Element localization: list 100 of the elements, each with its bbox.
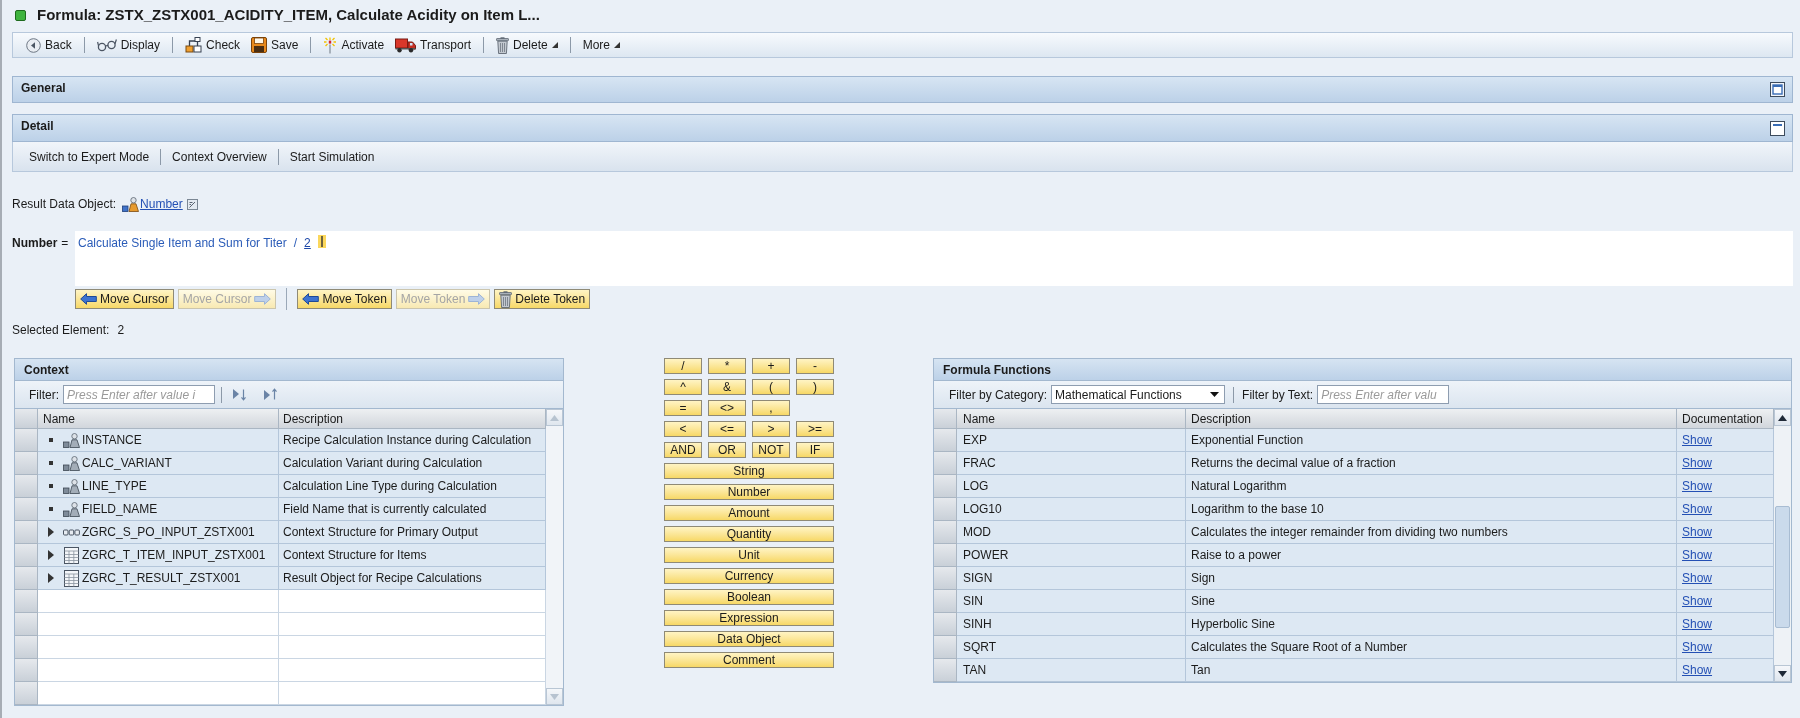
operator-button[interactable]: - — [796, 358, 834, 374]
row-selector[interactable] — [15, 613, 38, 636]
documentation-link[interactable]: Show — [1682, 500, 1713, 518]
insert-button[interactable]: Quantity — [664, 526, 834, 542]
row-selector[interactable] — [15, 452, 38, 475]
filter-field[interactable]: Press Enter after valu — [1317, 385, 1450, 404]
operator-button[interactable]: < — [664, 421, 702, 437]
documentation-link[interactable]: Show — [1682, 592, 1713, 610]
row-selector[interactable] — [15, 682, 38, 705]
toolbar-button[interactable]: Delete — [496, 35, 558, 55]
operator-button[interactable]: <> — [708, 400, 746, 416]
documentation-link[interactable]: Show — [1682, 523, 1713, 541]
row-selector[interactable] — [15, 521, 38, 544]
scroll-down-button[interactable] — [1774, 665, 1791, 682]
operator-button[interactable]: / — [664, 358, 702, 374]
documentation-link[interactable]: Show — [1682, 546, 1713, 564]
documentation-link[interactable]: Show — [1682, 431, 1713, 449]
toolbar-button[interactable]: Back — [26, 35, 72, 55]
row-selector[interactable] — [934, 429, 957, 452]
insert-button[interactable]: Comment — [664, 652, 834, 668]
formula-token[interactable]: / — [293, 234, 298, 252]
expand-triangle-icon[interactable] — [48, 573, 54, 583]
row-selector[interactable] — [15, 567, 38, 590]
table-cell: FRAC — [957, 452, 1186, 475]
operator-button[interactable]: , — [752, 400, 790, 416]
documentation-link[interactable]: Show — [1682, 638, 1713, 656]
toolbar-button[interactable]: Switch to Expert Mode — [29, 147, 150, 166]
toolbar-button[interactable]: Transport — [395, 35, 471, 55]
operator-button[interactable]: > — [752, 421, 790, 437]
row-selector[interactable] — [934, 636, 957, 659]
insert-button[interactable]: Data Object — [664, 631, 834, 647]
toolbar-button[interactable]: Start Simulation — [289, 147, 375, 166]
row-selector[interactable] — [934, 659, 957, 682]
formula-editor[interactable]: Calculate Single Item and Sum for Titer / 2 — [75, 231, 1793, 286]
token-button[interactable]: Move Token — [297, 289, 392, 309]
operator-button[interactable]: & — [708, 379, 746, 395]
token-button[interactable]: Move Cursor — [75, 289, 174, 309]
row-selector[interactable] — [15, 498, 38, 521]
documentation-link[interactable]: Show — [1682, 477, 1713, 495]
operator-button[interactable]: * — [708, 358, 746, 374]
documentation-link[interactable]: Show — [1682, 454, 1713, 472]
row-selector[interactable] — [15, 475, 38, 498]
row-selector[interactable] — [934, 544, 957, 567]
insert-button[interactable]: Amount — [664, 505, 834, 521]
documentation-link[interactable]: Show — [1682, 615, 1713, 633]
operator-button[interactable]: ( — [752, 379, 790, 395]
operator-button[interactable]: >= — [796, 421, 834, 437]
filter-label: Filter by Text: — [1242, 386, 1314, 404]
operator-button[interactable]: OR — [708, 442, 746, 458]
formula-token[interactable]: Calculate Single Item and Sum for Titer — [78, 234, 287, 252]
toolbar-button[interactable]: More — [582, 35, 621, 55]
row-selector[interactable] — [934, 590, 957, 613]
row-selector[interactable] — [15, 544, 38, 567]
insert-button[interactable]: Unit — [664, 547, 834, 563]
token-button[interactable]: Delete Token — [494, 289, 591, 309]
row-selector[interactable] — [934, 613, 957, 636]
row-selector[interactable] — [934, 567, 957, 590]
filter-field[interactable]: Press Enter after value i — [63, 385, 215, 404]
expand-triangle-icon[interactable] — [48, 527, 54, 537]
row-selector[interactable] — [15, 590, 38, 613]
toolbar-button[interactable]: Save — [251, 35, 299, 55]
row-selector[interactable] — [15, 429, 38, 452]
formula-token[interactable]: 2 — [304, 234, 311, 252]
edit-icon[interactable] — [186, 198, 198, 210]
insert-button[interactable]: Expression — [664, 610, 834, 626]
sort-up-icon[interactable] — [263, 388, 278, 401]
operator-button[interactable]: AND — [664, 442, 702, 458]
row-selector[interactable] — [15, 659, 38, 682]
insert-button[interactable]: Currency — [664, 568, 834, 584]
operator-button[interactable]: NOT — [752, 442, 790, 458]
operator-button[interactable]: ^ — [664, 379, 702, 395]
operator-button[interactable]: <= — [708, 421, 746, 437]
insert-button[interactable]: Number — [664, 484, 834, 500]
insert-button[interactable]: String — [664, 463, 834, 479]
toolbar-button[interactable]: Context Overview — [172, 147, 267, 166]
operator-button[interactable]: IF — [796, 442, 834, 458]
scrollbar-thumb[interactable] — [1775, 506, 1790, 628]
documentation-link[interactable]: Show — [1682, 661, 1713, 679]
row-selector[interactable] — [934, 475, 957, 498]
toolbar-button[interactable]: Display — [96, 35, 161, 55]
operator-button[interactable]: = — [664, 400, 702, 416]
collapse-icon[interactable] — [1770, 120, 1785, 136]
sort-down-icon[interactable] — [232, 388, 247, 401]
category-select[interactable]: Mathematical Functions — [1051, 385, 1226, 404]
scroll-up-button[interactable] — [1774, 409, 1791, 426]
data-object-link[interactable]: Number — [140, 195, 183, 213]
expand-icon[interactable] — [1770, 82, 1785, 97]
documentation-link[interactable]: Show — [1682, 569, 1713, 587]
insert-button[interactable]: Boolean — [664, 589, 834, 605]
caret-up-icon — [1778, 414, 1787, 421]
row-selector[interactable] — [934, 498, 957, 521]
operator-button[interactable]: ) — [796, 379, 834, 395]
expand-triangle-icon[interactable] — [48, 550, 54, 560]
toolbar-button[interactable]: Activate — [323, 35, 385, 55]
toolbar-button[interactable]: Check — [185, 35, 241, 55]
row-selector[interactable] — [934, 521, 957, 544]
arrow-left-icon — [80, 293, 97, 305]
row-selector[interactable] — [15, 636, 38, 659]
operator-button[interactable]: + — [752, 358, 790, 374]
row-selector[interactable] — [934, 452, 957, 475]
